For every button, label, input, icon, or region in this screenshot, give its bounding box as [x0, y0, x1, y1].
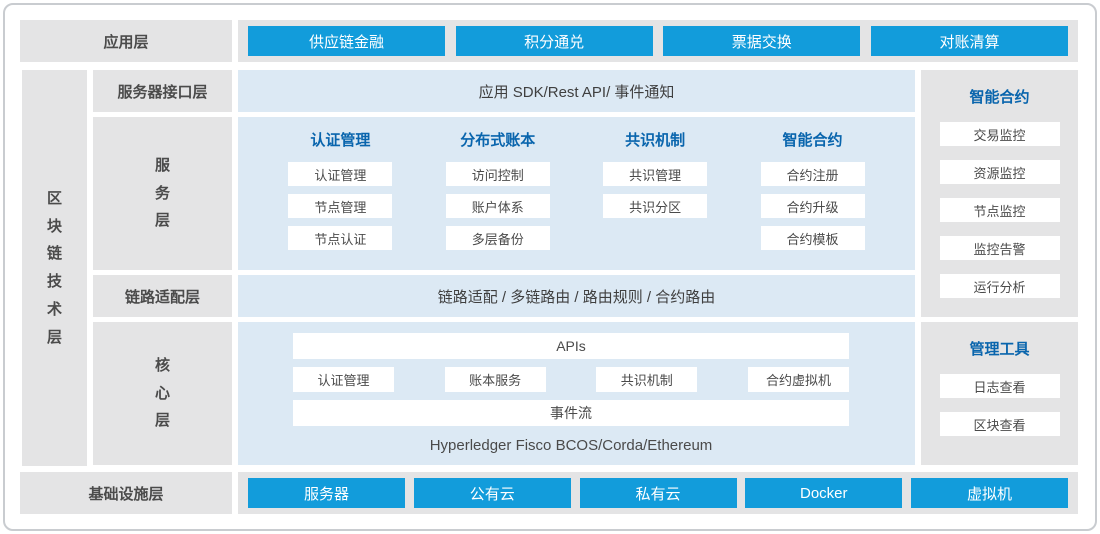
service-layer-label: 服务层 [93, 117, 232, 270]
service-column-title: 智能合约 [783, 131, 843, 151]
sidebar-item: 监控告警 [940, 236, 1060, 260]
core-module: 认证管理 [293, 367, 394, 392]
infra-block-public-cloud: 公有云 [414, 478, 571, 508]
infra-block-server: 服务器 [248, 478, 405, 508]
sidebar-item: 资源监控 [940, 160, 1060, 184]
infra-block-vm: 虚拟机 [911, 478, 1068, 508]
service-item: 节点管理 [288, 194, 392, 218]
service-item: 合约注册 [761, 162, 865, 186]
service-item: 多层备份 [446, 226, 550, 250]
service-column-title: 认证管理 [310, 131, 370, 151]
service-column-smart-contract: 智能合约 合约注册 合约升级 合约模板 [758, 131, 868, 258]
infra-block-docker: Docker [745, 478, 902, 508]
service-item: 共识管理 [603, 162, 707, 186]
core-module: 账本服务 [445, 367, 546, 392]
infra-block-private-cloud: 私有云 [580, 478, 737, 508]
app-block-points-exchange: 积分通兑 [456, 26, 653, 56]
app-block-supply-chain-finance: 供应链金融 [248, 26, 445, 56]
smart-contract-panel-title: 智能合约 [969, 86, 1029, 107]
service-item: 合约模板 [761, 226, 865, 250]
service-column-auth: 认证管理 认证管理 节点管理 节点认证 [285, 131, 395, 258]
smart-contract-panel: 智能合约 交易监控 资源监控 节点监控 监控告警 运行分析 [921, 70, 1078, 317]
management-tools-panel: 管理工具 日志查看 区块查看 [921, 322, 1078, 465]
service-layer-panel: 认证管理 认证管理 节点管理 节点认证 分布式账本 访问控制 账户体系 多层备份… [238, 117, 915, 270]
application-layer-strip: 供应链金融 积分通兑 票据交换 对账清算 [238, 20, 1078, 62]
service-column-ledger: 分布式账本 访问控制 账户体系 多层备份 [443, 131, 553, 258]
service-column-consensus: 共识机制 共识管理 共识分区 [600, 131, 710, 226]
core-modules-row: 认证管理 账本服务 共识机制 合约虚拟机 [293, 367, 849, 392]
adapter-layer-content: 链路适配 / 多链路由 / 路由规则 / 合约路由 [238, 275, 915, 317]
service-item: 访问控制 [446, 162, 550, 186]
core-layer-text: 核心层 [154, 352, 171, 435]
service-item: 节点认证 [288, 226, 392, 250]
app-block-bill-exchange: 票据交换 [663, 26, 860, 56]
platforms-text: Hyperledger Fisco BCOS/Corda/Ethereum [293, 434, 849, 458]
interface-layer-content: 应用 SDK/Rest API/ 事件通知 [238, 70, 915, 112]
blockchain-architecture-diagram: 应用层 供应链金融 积分通兑 票据交换 对账清算 区块链技术层 服务器接口层 服… [0, 0, 1100, 534]
interface-layer-label: 服务器接口层 [93, 70, 232, 112]
management-tools-panel-title: 管理工具 [969, 338, 1029, 359]
blockchain-tech-layer-text: 区块链技术层 [46, 185, 63, 352]
blockchain-tech-layer-label: 区块链技术层 [22, 70, 87, 466]
sidebar-item: 运行分析 [940, 274, 1060, 298]
core-layer-label: 核心层 [93, 322, 232, 465]
app-block-reconciliation-clearing: 对账清算 [871, 26, 1068, 56]
service-column-title: 分布式账本 [460, 131, 535, 151]
infrastructure-layer-strip: 服务器 公有云 私有云 Docker 虚拟机 [238, 472, 1078, 514]
service-item: 认证管理 [288, 162, 392, 186]
sidebar-item: 日志查看 [940, 374, 1060, 398]
sidebar-item: 交易监控 [940, 122, 1060, 146]
service-item: 账户体系 [446, 194, 550, 218]
application-layer-label: 应用层 [20, 20, 232, 62]
service-item: 共识分区 [603, 194, 707, 218]
infrastructure-layer-label: 基础设施层 [20, 472, 232, 514]
event-stream-bar: 事件流 [293, 400, 849, 426]
service-item: 合约升级 [761, 194, 865, 218]
core-module: 共识机制 [596, 367, 697, 392]
service-layer-text: 服务层 [154, 152, 171, 235]
adapter-layer-label: 链路适配层 [93, 275, 232, 317]
core-module: 合约虚拟机 [748, 367, 849, 392]
sidebar-item: 区块查看 [940, 412, 1060, 436]
service-column-title: 共识机制 [625, 131, 685, 151]
core-layer-content: APIs 认证管理 账本服务 共识机制 合约虚拟机 事件流 Hyperledge… [293, 333, 849, 458]
core-layer-panel: APIs 认证管理 账本服务 共识机制 合约虚拟机 事件流 Hyperledge… [238, 322, 915, 465]
apis-bar: APIs [293, 333, 849, 359]
sidebar-item: 节点监控 [940, 198, 1060, 222]
